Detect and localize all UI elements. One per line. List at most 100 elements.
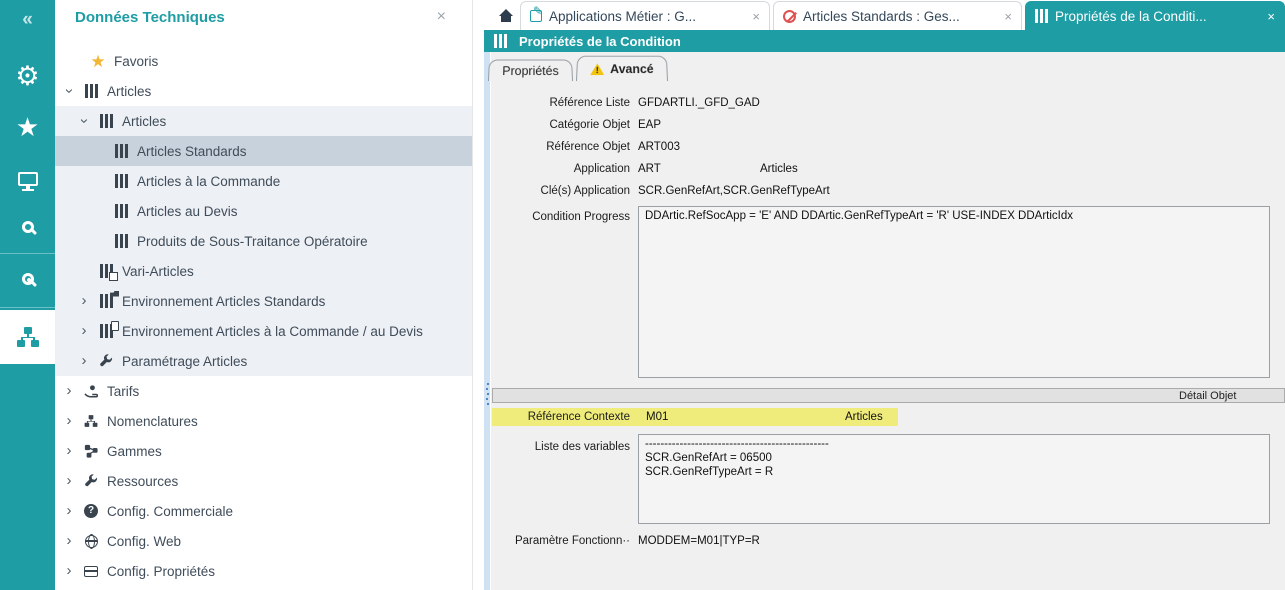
tree-item-articles-commande[interactable]: Articles à la Commande	[55, 166, 472, 196]
properties-content: Propriétés Avancé Référence Liste GFDART…	[484, 52, 1285, 590]
books-icon	[1035, 9, 1048, 23]
panel-title: Données Techniques	[75, 9, 225, 26]
tree-item-ressources[interactable]: › Ressources	[55, 466, 472, 496]
collapse-sidebar-button[interactable]: «	[0, 6, 55, 34]
home-tab[interactable]	[492, 5, 520, 27]
tree-item-label: Gammes	[107, 444, 162, 459]
property-subtabs: Propriétés Avancé	[488, 55, 671, 81]
tree-item-config-proprietes[interactable]: › Config. Propriétés	[55, 556, 472, 586]
tree-item-gammes[interactable]: › Gammes	[55, 436, 472, 466]
tree-item-vari-articles[interactable]: › Vari-Articles	[55, 256, 472, 286]
chevron-right-icon[interactable]: ›	[63, 415, 75, 427]
field-categorie-objet: Catégorie Objet EAP	[494, 116, 661, 134]
drawer-icon	[84, 566, 98, 577]
edit-icon	[530, 10, 542, 22]
rail-item-modules[interactable]: ⚙	[0, 56, 55, 96]
close-panel-icon[interactable]: ×	[437, 8, 446, 26]
tab-label: Propriétés de la Conditi...	[1055, 9, 1260, 24]
field-label: Référence Liste	[494, 97, 630, 109]
tree-item-produits-sous-traitance[interactable]: Produits de Sous-Traitance Opératoire	[55, 226, 472, 256]
subtab-label: Propriétés	[502, 64, 559, 78]
rail-item-favorites[interactable]: ★	[0, 106, 55, 148]
tree-item-articles-sub[interactable]: › Articles	[55, 106, 472, 136]
tree-item-parametrage-articles[interactable]: › Paramétrage Articles	[55, 346, 472, 376]
chevron-right-icon[interactable]: ›	[63, 565, 75, 577]
tree-item-label: Config. Propriétés	[107, 564, 215, 579]
books-icon	[100, 114, 113, 128]
tab-label: Articles Standards : Ges...	[803, 9, 997, 24]
wrench-icon	[84, 474, 98, 488]
search-icon	[22, 221, 34, 233]
books-sheet-icon	[100, 324, 113, 338]
variables-line: SCR.GenRefTypeArt = R	[645, 465, 1263, 479]
tree-item-articles[interactable]: › Articles	[55, 76, 472, 106]
close-tab-icon[interactable]: ×	[752, 9, 760, 24]
search-location-icon	[22, 273, 34, 285]
rail-item-search[interactable]	[0, 204, 55, 250]
chevron-down-icon[interactable]: ›	[63, 85, 75, 97]
liste-variables-textarea[interactable]: ----------------------------------------…	[638, 434, 1270, 524]
close-tab-icon[interactable]: ×	[1267, 9, 1275, 24]
chevron-right-icon[interactable]: ›	[63, 535, 75, 547]
books-icon	[115, 204, 128, 218]
gear-icon: ⚙	[15, 61, 39, 92]
field-label: Condition Progress	[494, 211, 630, 223]
navigation-tree: ★ Favoris › Articles › Articles Articles…	[55, 46, 472, 586]
tab-proprietes[interactable]: Propriétés	[488, 60, 573, 81]
globe-icon	[85, 535, 98, 548]
variables-line: SCR.GenRefArt = 06500	[645, 451, 1263, 465]
field-application: Application ART Articles	[494, 160, 1285, 178]
tab-proprietes-condition[interactable]: Propriétés de la Conditi... ×	[1025, 1, 1285, 30]
condition-progress-textarea[interactable]: DDArtic.RefSocApp = 'E' AND DDArtic.GenR…	[638, 206, 1270, 378]
field-label: Catégorie Objet	[494, 119, 630, 131]
document-title: Propriétés de la Condition	[519, 34, 681, 49]
tree-item-label: Articles au Devis	[137, 204, 238, 219]
tree-item-articles-standards[interactable]: Articles Standards	[55, 136, 472, 166]
document-tabstrip: Applications Métier : G... × Articles St…	[484, 0, 1285, 30]
field-cles-application: Clé(s) Application SCR.GenRefArt,SCR.Gen…	[494, 182, 830, 200]
tree-item-label: Nomenclatures	[107, 414, 198, 429]
home-icon	[499, 9, 514, 23]
rail-item-desktop[interactable]	[0, 158, 55, 200]
chevron-right-icon[interactable]: ›	[63, 445, 75, 457]
tree-item-nomenclatures[interactable]: › Nomenclatures	[55, 406, 472, 436]
rail-item-search-advanced[interactable]	[0, 256, 55, 302]
field-value: M01	[646, 411, 668, 423]
monitor-icon	[18, 172, 38, 186]
tree-item-articles-devis[interactable]: Articles au Devis	[55, 196, 472, 226]
field-reference-liste: Référence Liste GFDARTLI._GFD_GAD	[494, 94, 760, 112]
chevron-right-icon[interactable]: ›	[63, 505, 75, 517]
tree-item-label: Config. Web	[107, 534, 181, 549]
field-value: GFDARTLI._GFD_GAD	[638, 97, 760, 109]
tree-item-config-web[interactable]: › Config. Web	[55, 526, 472, 556]
sitemap-icon	[84, 414, 98, 428]
tree-item-favoris[interactable]: ★ Favoris	[55, 46, 472, 76]
tree-item-label: Paramétrage Articles	[122, 354, 247, 369]
question-circle-icon	[84, 504, 98, 518]
tree-item-config-commerciale[interactable]: › Config. Commerciale	[55, 496, 472, 526]
tree-item-env-articles-standards[interactable]: › Environnement Articles Standards	[55, 286, 472, 316]
subtab-label: Avancé	[610, 62, 654, 76]
tree-item-tarifs[interactable]: › Tarifs	[55, 376, 472, 406]
splitter[interactable]	[484, 52, 491, 590]
tab-applications-metier[interactable]: Applications Métier : G... ×	[520, 1, 770, 30]
chevron-right-icon[interactable]: ›	[63, 385, 75, 397]
tab-articles-standards[interactable]: Articles Standards : Ges... ×	[773, 1, 1022, 30]
tab-avance[interactable]: Avancé	[576, 56, 668, 81]
detail-objet-bar: Détail Objet	[492, 388, 1285, 403]
chevron-right-icon[interactable]: ›	[63, 475, 75, 487]
chevron-right-icon[interactable]: ›	[78, 355, 90, 367]
chevron-right-icon[interactable]: ›	[78, 295, 90, 307]
tree-item-label: Vari-Articles	[122, 264, 194, 279]
chevron-right-icon[interactable]: ›	[78, 325, 90, 337]
close-tab-icon[interactable]: ×	[1004, 9, 1012, 24]
rail-item-explorer-active[interactable]	[0, 310, 55, 364]
tree-item-label: Favoris	[114, 54, 158, 69]
field-label: Clé(s) Application	[494, 185, 630, 197]
field-label: Paramètre Fonctionn··	[494, 535, 630, 547]
tree-item-env-articles-commande-devis[interactable]: › Environnement Articles à la Commande /…	[55, 316, 472, 346]
star-icon: ★	[16, 112, 39, 143]
field-value-secondary: Articles	[845, 411, 883, 423]
chevron-down-icon[interactable]: ›	[78, 115, 90, 127]
hand-coin-icon	[84, 384, 99, 399]
